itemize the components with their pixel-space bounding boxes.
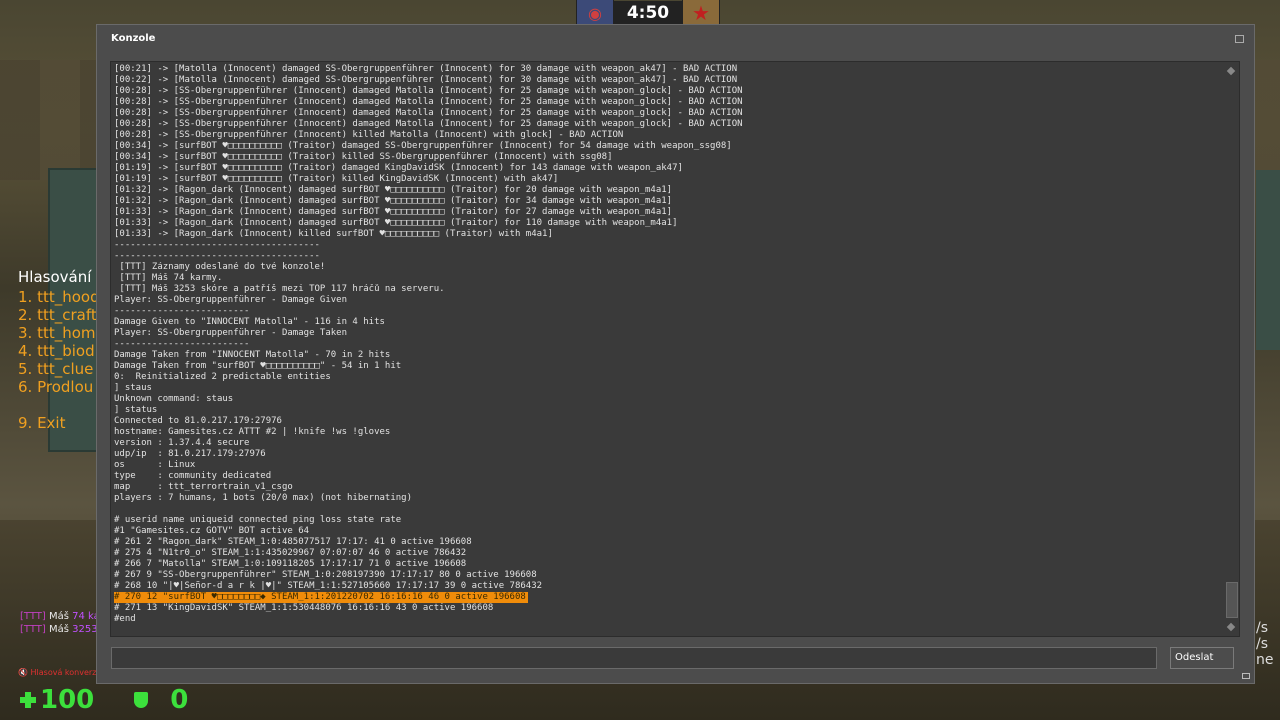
console-line: # 275 4 "N1tr0_o" STEAM_1:1:435029967 07… (114, 548, 467, 558)
health-plus-icon (20, 692, 36, 708)
console-line: # 268 10 "|♥|Señor-d a r k |♥|" STEAM_1:… (114, 581, 543, 591)
console-line: ------------------------- (114, 339, 250, 349)
maximize-icon[interactable] (1235, 35, 1244, 43)
selected-console-text: # 270 12 "surfBOT ♥□□□□□□□□◆ STEAM_1:1:2… (114, 592, 528, 603)
console-window: Konzole [00:21] -> [Matolla (Innocent) d… (96, 24, 1255, 684)
armor-value: 0 (170, 685, 189, 715)
console-line: [00:34] -> [surfBOT ♥□□□□□□□□□□ (Traitor… (114, 152, 613, 162)
console-line: ] status (114, 405, 158, 415)
console-line: ] staus (114, 383, 152, 393)
vote-menu-title: Hlasování (18, 268, 92, 286)
console-line: [01:19] -> [surfBOT ♥□□□□□□□□□□ (Traitor… (114, 163, 683, 173)
offscreen-chat-fragment: /s /s ne (1256, 620, 1274, 668)
vote-option[interactable]: 5. ttt_clue (18, 360, 108, 378)
chat-message: [TTT] Máš 3253 (20, 624, 98, 635)
console-line: type : community dedicated (114, 471, 272, 481)
console-line: [00:21] -> [Matolla (Innocent) damaged S… (114, 64, 738, 74)
vote-exit-option[interactable]: 9. Exit (18, 414, 108, 432)
scroll-up-arrow-icon[interactable] (1226, 66, 1236, 76)
console-line: udp/ip : 81.0.217.179:27976 (114, 449, 266, 459)
console-scrollbar[interactable] (1225, 64, 1238, 634)
scroll-down-arrow-icon[interactable] (1226, 622, 1236, 632)
ct-team-icon: ◉ (576, 0, 614, 27)
console-line: Damage Taken from "INNOCENT Matolla" - 7… (114, 350, 391, 360)
console-line: Unknown command: staus (114, 394, 234, 404)
console-line: #end (114, 614, 136, 624)
round-timer: 4:50 (614, 1, 682, 25)
console-line: [00:34] -> [surfBOT ♥□□□□□□□□□□ (Traitor… (114, 141, 732, 151)
console-line: # userid name uniqueid connected ping lo… (114, 515, 402, 525)
console-title: Konzole (111, 33, 156, 44)
console-line: Player: SS-Obergruppenführer - Damage Ta… (114, 328, 347, 338)
console-line: [01:33] -> [Ragon_dark (Innocent) damage… (114, 207, 673, 217)
console-line: [00:28] -> [SS-Obergruppenführer (Innoce… (114, 86, 743, 96)
console-line: [00:28] -> [SS-Obergruppenführer (Innoce… (114, 130, 624, 140)
console-line: [00:28] -> [SS-Obergruppenführer (Innoce… (114, 108, 743, 118)
console-command-input[interactable] (111, 647, 1157, 669)
console-line: map : ttt_terrortrain_v1_csgo (114, 482, 293, 492)
console-line: [01:19] -> [surfBOT ♥□□□□□□□□□□ (Traitor… (114, 174, 559, 184)
voice-chat-indicator: 🔇 Hlasová konverzace (18, 668, 98, 677)
scroll-thumb[interactable] (1226, 582, 1238, 618)
vote-option[interactable]: 4. ttt_biod (18, 342, 108, 360)
console-line: # 266 7 "Matolla" STEAM_1:0:109118205 17… (114, 559, 467, 569)
console-line: #1 "Gamesites.cz GOTV" BOT active 64 (114, 526, 310, 536)
console-line: # 267 9 "SS-Obergruppenführer" STEAM_1:0… (114, 570, 537, 580)
vote-menu: Hlasování 1. ttt_hood 2. ttt_craft 3. tt… (18, 268, 108, 432)
console-line: 0: Reinitialized 2 predictable entities (114, 372, 331, 382)
health-armor-hud: 100 0 (20, 685, 188, 715)
console-line: [01:33] -> [Ragon_dark (Innocent) damage… (114, 218, 678, 228)
console-line: -------------------------------------- (114, 251, 320, 261)
console-line: [TTT] Máš 74 karmy. (114, 273, 223, 283)
console-line: [00:28] -> [SS-Obergruppenführer (Innoce… (114, 97, 743, 107)
console-line: # 261 2 "Ragon_dark" STEAM_1:0:485077517… (114, 537, 472, 547)
chat-message: [TTT] Máš 74 ka (20, 611, 98, 622)
console-line: Damage Taken from "surfBOT ♥□□□□□□□□□□" … (114, 361, 402, 371)
vote-option[interactable]: 2. ttt_craft (18, 306, 108, 324)
console-line: -------------------------------------- (114, 240, 320, 250)
vote-option[interactable]: 1. ttt_hood (18, 288, 108, 306)
console-line: players : 7 humans, 1 bots (20/0 max) (n… (114, 493, 413, 503)
console-log-lines: [00:21] -> [Matolla (Innocent) damaged S… (114, 64, 1219, 625)
console-line: [TTT] Máš 3253 skóre a patříš mezi TOP 1… (114, 284, 445, 294)
console-line: Player: SS-Obergruppenführer - Damage Gi… (114, 295, 347, 305)
console-line: [00:22] -> [Matolla (Innocent) damaged S… (114, 75, 738, 85)
resize-grip-icon[interactable] (1242, 673, 1250, 679)
armor-shield-icon (134, 692, 149, 708)
vote-option[interactable]: 6. Prodlou (18, 378, 108, 396)
console-line: [01:32] -> [Ragon_dark (Innocent) damage… (114, 185, 673, 195)
vote-option[interactable]: 3. ttt_home (18, 324, 108, 342)
health-value: 100 (40, 685, 95, 715)
chat-feed: [TTT] Máš 74 ka [TTT] Máš 3253 (20, 610, 98, 636)
console-line: ------------------------- (114, 306, 250, 316)
console-line: [01:32] -> [Ragon_dark (Innocent) damage… (114, 196, 673, 206)
console-line: Connected to 81.0.217.179:27976 (114, 416, 282, 426)
console-log[interactable]: [00:21] -> [Matolla (Innocent) damaged S… (110, 61, 1240, 637)
game-background-crate-right (1256, 170, 1280, 350)
console-line: # 270 12 "surfBOT ♥□□□□□□□□◆ STEAM_1:1:2… (114, 592, 1219, 603)
t-team-star-icon: ★ (682, 0, 720, 27)
round-hud: ◉ 4:50 ★ (576, 0, 720, 27)
send-button[interactable]: Odeslat (1170, 647, 1234, 669)
console-line: [01:33] -> [Ragon_dark (Innocent) killed… (114, 229, 553, 239)
console-line: version : 1.37.4.4 secure (114, 438, 250, 448)
console-line: # 271 13 "KingDavidSK" STEAM_1:1:5304480… (114, 603, 494, 613)
console-line: [00:28] -> [SS-Obergruppenführer (Innoce… (114, 119, 743, 129)
console-line: Damage Given to "INNOCENT Matolla" - 116… (114, 317, 385, 327)
console-line: os : Linux (114, 460, 196, 470)
console-line: hostname: Gamesites.cz ATTT #2 | !knife … (114, 427, 391, 437)
console-line: [TTT] Záznamy odeslané do tvé konzole! (114, 262, 326, 272)
